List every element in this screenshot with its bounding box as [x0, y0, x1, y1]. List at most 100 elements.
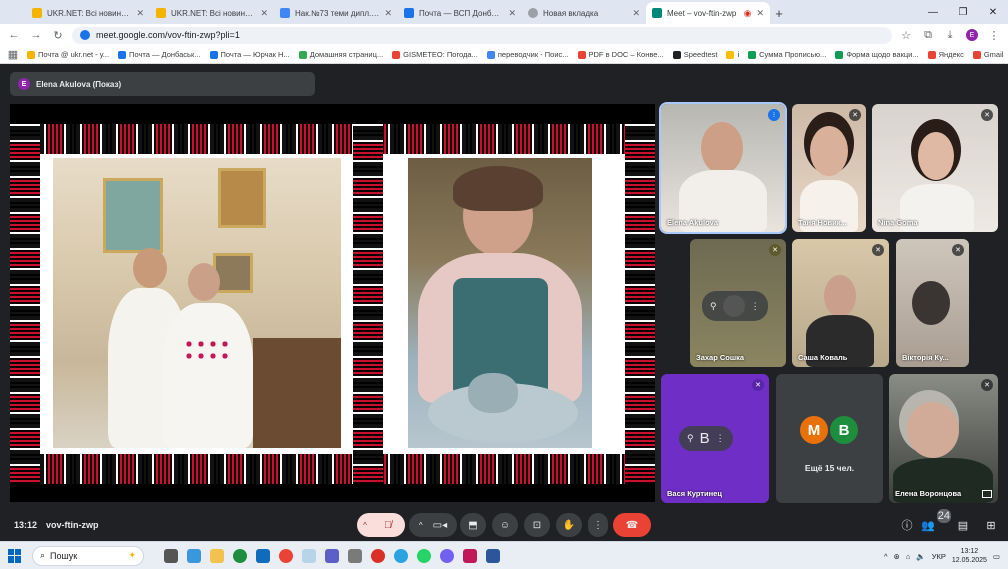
bookmark-item[interactable]: Почта — Донбаськ...: [118, 50, 201, 59]
close-icon[interactable]: ✕: [632, 8, 640, 19]
minimize-icon[interactable]: —: [918, 0, 948, 24]
bookmark-item[interactable]: Форма щодо вакци...: [835, 50, 919, 59]
more-options-icon[interactable]: ⋮: [716, 433, 725, 444]
person: [701, 122, 743, 174]
bookmark-item[interactable]: PDF в DOC – Конве...: [577, 50, 664, 59]
bookmark-item[interactable]: Почта @ ukr.net - у...: [27, 50, 109, 59]
video-camera-icon[interactable]: ▭◂: [433, 520, 447, 531]
chat-icon[interactable]: ▤: [956, 518, 970, 532]
bookmark-item[interactable]: Домашняя страниц...: [298, 50, 383, 59]
viber-icon[interactable]: [440, 548, 454, 563]
pin-icon[interactable]: ⚲: [687, 433, 694, 444]
bookmark-item[interactable]: і: [726, 50, 739, 59]
more-participants-tile[interactable]: M B Ещё 15 чел.: [776, 374, 883, 503]
apps-grid-icon[interactable]: ▦: [8, 47, 18, 63]
task-view-icon[interactable]: [164, 548, 178, 563]
mic-off-icon[interactable]: 🎙̸: [376, 514, 399, 536]
tray-app-icon[interactable]: ⊛: [894, 552, 900, 561]
participant-name: Таня Новик...: [798, 218, 847, 227]
site-info-icon[interactable]: [80, 30, 90, 40]
chevron-up-icon[interactable]: ^: [884, 552, 888, 561]
chevron-up-icon[interactable]: ^: [419, 521, 423, 530]
forward-icon[interactable]: →: [28, 27, 44, 43]
info-icon[interactable]: ⓘ: [900, 518, 914, 532]
bookmark-label: Сумма Прописью...: [759, 50, 827, 59]
person: [810, 126, 848, 176]
restore-icon[interactable]: ❐: [948, 0, 978, 24]
close-window-icon[interactable]: ✕: [978, 0, 1008, 24]
participant-tile[interactable]: ✕ Елена Воронцова: [889, 374, 998, 503]
new-tab-button[interactable]: +: [770, 2, 788, 24]
camera-toggle[interactable]: ^ ▭◂: [409, 513, 457, 537]
participant-tile[interactable]: ⚲ В ⋮ ✕ Вася Куртинец: [661, 374, 769, 503]
reactions-button[interactable]: ☺: [492, 513, 518, 537]
participant-tile[interactable]: ✕ Таня Новик...: [792, 104, 866, 232]
participant-tile[interactable]: ✕ Саша Коваль: [792, 239, 889, 367]
edge-icon[interactable]: [233, 548, 247, 563]
leave-call-button[interactable]: ☎: [613, 513, 651, 537]
bookmark-item[interactable]: GISMETEO: Погода...: [392, 50, 478, 59]
browser-tab[interactable]: UKR.NET: Всі новини України, ✕: [150, 2, 274, 24]
outlook-icon[interactable]: [256, 548, 270, 563]
bookmark-item[interactable]: Почта — Юрчак Н...: [209, 50, 290, 59]
taskbar-search[interactable]: ⌕ Пошук ✦: [32, 545, 144, 566]
more-options-button[interactable]: ⋮: [588, 513, 608, 537]
photo-potter-at-wheel: [408, 158, 592, 448]
screen-share-stage[interactable]: [10, 104, 655, 502]
browser-tab[interactable]: Нак.№73 теми дипл. проектів ✕: [274, 2, 398, 24]
reload-icon[interactable]: ↻: [50, 27, 66, 43]
bookmark-item[interactable]: переводчик - Поис...: [486, 50, 569, 59]
pen-icon[interactable]: [302, 548, 316, 563]
menu-icon[interactable]: ⋮: [986, 27, 1002, 43]
participant-tile[interactable]: ✕ Вікторія Ку...: [896, 239, 969, 367]
app-icon[interactable]: [463, 548, 477, 563]
close-icon[interactable]: ✕: [756, 8, 764, 19]
network-icon[interactable]: ⌂: [906, 552, 911, 561]
bookmark-item[interactable]: Speedtest: [672, 50, 717, 59]
present-button[interactable]: ⬒: [460, 513, 486, 537]
calculator-icon[interactable]: [348, 548, 362, 563]
word-icon[interactable]: [486, 548, 500, 563]
more-options-icon[interactable]: ⋮: [751, 301, 760, 312]
browser-tab-active[interactable]: Meet – vov-ftin-zwp ◉ ✕: [646, 2, 770, 24]
browser-tab[interactable]: Новая вкладка ✕: [522, 2, 646, 24]
profile-avatar[interactable]: E: [964, 27, 980, 43]
chevron-up-icon[interactable]: ^: [363, 521, 367, 530]
participant-tile[interactable]: ⁝ Elena Akulova: [661, 104, 785, 232]
bookmark-item[interactable]: Яндекс: [927, 50, 964, 59]
back-icon[interactable]: ←: [6, 27, 22, 43]
close-icon[interactable]: ✕: [384, 8, 392, 19]
extensions-icon[interactable]: ⧉: [920, 27, 936, 43]
participant-tile[interactable]: ✕ Nina Goma: [872, 104, 998, 232]
download-icon[interactable]: ⤓: [942, 27, 958, 43]
taskbar-clock[interactable]: 13:12 12.05.2025: [952, 547, 987, 565]
widgets-icon[interactable]: [187, 548, 201, 563]
close-icon[interactable]: ✕: [136, 8, 144, 19]
participant-tile[interactable]: ⚲ ⋮ ✕ Захар Сошка: [690, 239, 786, 367]
people-icon[interactable]: 👥 24: [921, 509, 951, 532]
browser-tab[interactable]: Почта — ВСП Донбаський агр ✕: [398, 2, 522, 24]
file-explorer-icon[interactable]: [210, 548, 224, 563]
bookmark-star-icon[interactable]: ☆: [898, 27, 914, 43]
language-indicator[interactable]: УКР: [932, 552, 946, 561]
windows-start-icon[interactable]: [8, 548, 22, 563]
close-icon[interactable]: ✕: [260, 8, 268, 19]
captions-button[interactable]: ⊡: [524, 513, 550, 537]
url-field[interactable]: meet.google.com/vov-ftin-zwp?pli=1: [72, 26, 892, 44]
bookmark-item[interactable]: Gmail: [972, 50, 1003, 59]
mic-off-icon: ✕: [872, 244, 884, 256]
notifications-icon[interactable]: ▭: [993, 552, 1000, 561]
activities-icon[interactable]: ⊞: [984, 518, 998, 532]
volume-icon[interactable]: 🔈: [916, 552, 925, 561]
whatsapp-icon[interactable]: [417, 548, 431, 563]
pin-icon[interactable]: ⚲: [710, 301, 717, 312]
raise-hand-button[interactable]: ✋: [556, 513, 582, 537]
opera-icon[interactable]: [371, 548, 385, 563]
close-icon[interactable]: ✕: [508, 8, 516, 19]
browser-tab[interactable]: UKR.NET: Всі новини України, ✕: [26, 2, 150, 24]
chrome-icon[interactable]: [279, 548, 293, 563]
teams-icon[interactable]: [325, 548, 339, 563]
telegram-icon[interactable]: [394, 548, 408, 563]
bookmark-item[interactable]: Сумма Прописью...: [748, 50, 826, 59]
microphone-toggle[interactable]: ^ 🎙̸: [357, 513, 405, 537]
